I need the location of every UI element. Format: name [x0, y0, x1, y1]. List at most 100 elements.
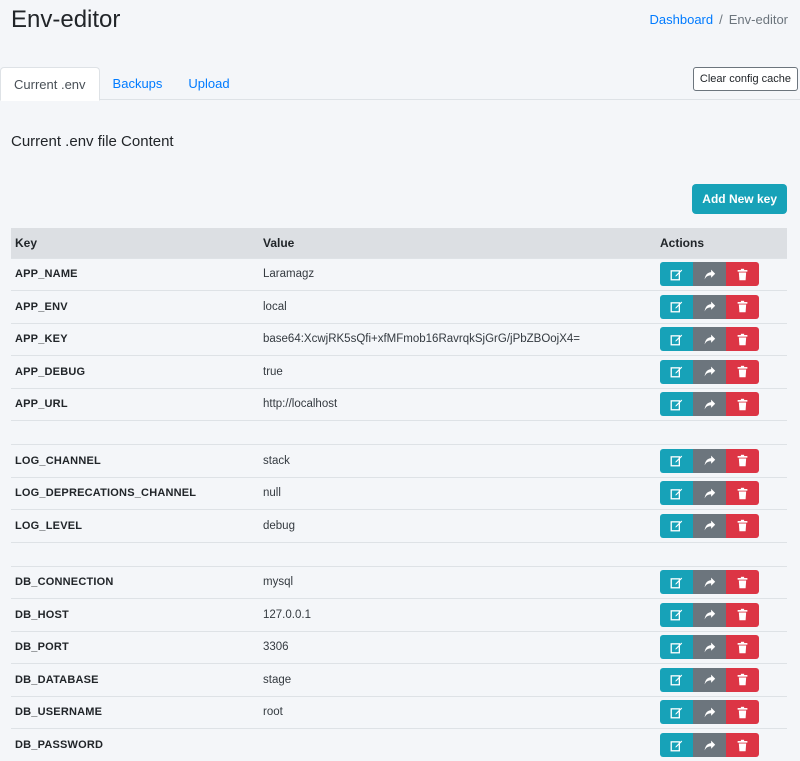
env-value: base64:XcwjRK5sQfi+xfMFmob16RavrqkSjGrG/… — [259, 322, 656, 356]
edit-icon — [670, 488, 683, 500]
edit-icon — [670, 334, 683, 346]
trash-icon — [737, 398, 748, 410]
share-button[interactable] — [693, 635, 726, 660]
delete-button[interactable] — [726, 481, 759, 506]
delete-button[interactable] — [726, 327, 759, 352]
share-icon — [704, 740, 716, 750]
delete-button[interactable] — [726, 448, 759, 473]
table-row: APP_URL http://localhost — [11, 387, 787, 421]
edit-button[interactable] — [660, 481, 693, 506]
share-button[interactable] — [693, 392, 726, 417]
share-icon — [704, 707, 716, 718]
edit-button[interactable] — [660, 448, 693, 473]
column-header-value: Value — [263, 235, 295, 250]
share-button[interactable] — [693, 294, 726, 319]
env-value: Laramagz — [259, 257, 656, 291]
share-icon — [704, 301, 716, 312]
add-new-key-button[interactable]: Add New key — [692, 184, 787, 214]
edit-icon — [670, 674, 683, 686]
edit-button[interactable] — [660, 392, 693, 417]
edit-button[interactable] — [660, 262, 693, 287]
row-actions — [656, 630, 787, 664]
delete-button[interactable] — [726, 513, 759, 538]
edit-icon — [670, 366, 683, 378]
edit-button[interactable] — [660, 294, 693, 319]
table-row: DB_DATABASE stage — [11, 663, 787, 696]
share-button[interactable] — [693, 667, 726, 692]
table-row: APP_ENV local — [11, 290, 787, 323]
delete-button[interactable] — [726, 700, 759, 725]
env-key: APP_URL — [11, 387, 259, 421]
delete-button[interactable] — [726, 570, 759, 595]
delete-button[interactable] — [726, 667, 759, 692]
delete-button[interactable] — [726, 294, 759, 319]
env-value: debug — [259, 509, 656, 542]
trash-icon — [737, 706, 748, 718]
table-row: APP_KEY base64:XcwjRK5sQfi+xfMFmob16Ravr… — [11, 322, 787, 356]
edit-button[interactable] — [660, 602, 693, 627]
share-icon — [704, 399, 716, 410]
share-button[interactable] — [693, 481, 726, 506]
row-actions — [656, 598, 787, 631]
breadcrumb-separator: / — [719, 12, 723, 27]
table-header-row: Key Value Actions — [11, 228, 787, 258]
env-key: DB_CONNECTION — [11, 565, 259, 599]
trash-icon — [737, 520, 748, 532]
env-table-body: APP_NAME Laramagz APP_ENV local APP_KEY … — [11, 257, 787, 761]
edit-icon — [670, 577, 683, 589]
edit-icon — [670, 609, 683, 621]
share-icon — [704, 455, 716, 466]
clear-config-cache-button[interactable]: Clear config cache — [692, 67, 798, 91]
share-icon — [704, 609, 716, 620]
column-header-actions: Actions — [660, 235, 705, 250]
delete-button[interactable] — [726, 733, 759, 757]
env-value — [259, 728, 656, 761]
delete-button[interactable] — [726, 262, 759, 287]
edit-button[interactable] — [660, 359, 693, 384]
section-title: Current .env file Content — [11, 133, 174, 150]
share-button[interactable] — [693, 359, 726, 384]
trash-icon — [737, 455, 748, 467]
column-header-key: Key — [15, 235, 38, 250]
tab-backups[interactable]: Backups — [100, 67, 176, 100]
share-button[interactable] — [693, 700, 726, 725]
share-button[interactable] — [693, 262, 726, 287]
edit-button[interactable] — [660, 570, 693, 595]
env-value: 3306 — [259, 630, 656, 664]
share-button[interactable] — [693, 513, 726, 538]
env-key: APP_DEBUG — [11, 355, 259, 388]
edit-button[interactable] — [660, 733, 693, 757]
share-button[interactable] — [693, 448, 726, 473]
delete-button[interactable] — [726, 635, 759, 660]
tab-current-env[interactable]: Current .env — [0, 67, 100, 101]
row-actions — [656, 663, 787, 696]
delete-button[interactable] — [726, 392, 759, 417]
env-value: stack — [259, 444, 656, 477]
edit-button[interactable] — [660, 667, 693, 692]
env-key: APP_KEY — [11, 322, 259, 356]
delete-button[interactable] — [726, 602, 759, 627]
tab-upload[interactable]: Upload — [175, 67, 242, 100]
env-key: APP_NAME — [11, 257, 259, 291]
row-actions — [656, 257, 787, 291]
share-button[interactable] — [693, 570, 726, 595]
edit-button[interactable] — [660, 700, 693, 725]
edit-button[interactable] — [660, 327, 693, 352]
edit-icon — [670, 455, 683, 467]
breadcrumb-dashboard-link[interactable]: Dashboard — [650, 12, 714, 27]
edit-button[interactable] — [660, 513, 693, 538]
page-title: Env-editor — [11, 6, 121, 33]
edit-button[interactable] — [660, 635, 693, 660]
share-button[interactable] — [693, 602, 726, 627]
delete-button[interactable] — [726, 359, 759, 384]
row-actions — [656, 476, 787, 510]
table-spacer-row — [11, 541, 787, 566]
share-button[interactable] — [693, 733, 726, 757]
env-value: local — [259, 290, 656, 323]
env-value: mysql — [259, 565, 656, 599]
table-row: DB_HOST 127.0.0.1 — [11, 598, 787, 631]
env-value: http://localhost — [259, 387, 656, 421]
row-actions — [656, 509, 787, 542]
share-button[interactable] — [693, 327, 726, 352]
env-key: LOG_CHANNEL — [11, 444, 259, 477]
